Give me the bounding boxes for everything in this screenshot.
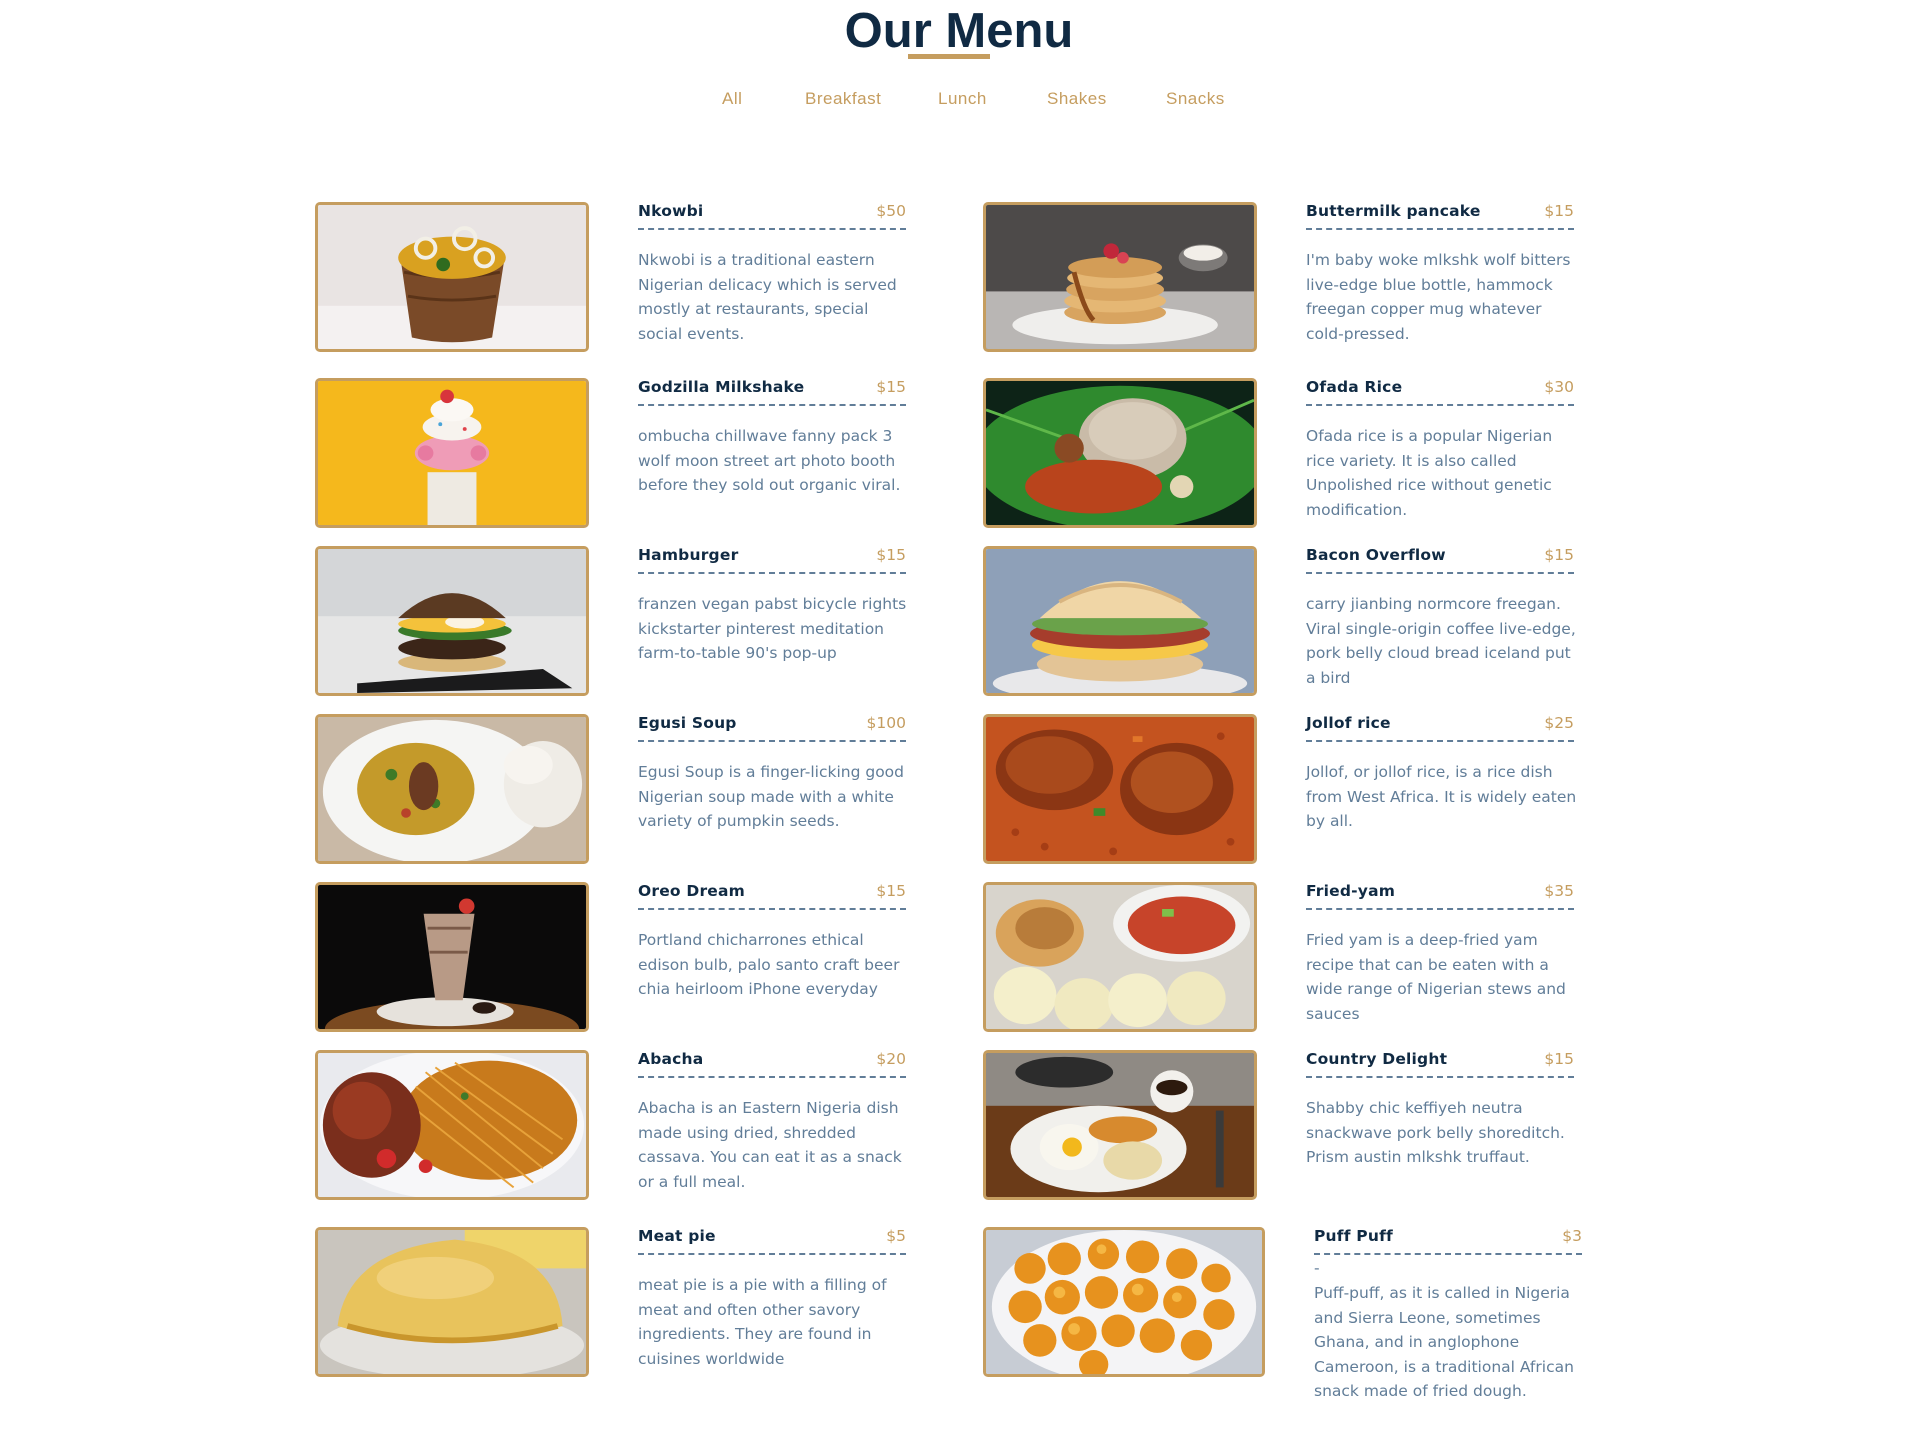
filter-all-button[interactable]: All <box>722 89 742 109</box>
item-price: $15 <box>1544 546 1574 564</box>
item-name: Godzilla Milkshake <box>638 378 805 396</box>
item-description: I'm baby woke mlkshk wolf bitters live-e… <box>1306 251 1571 343</box>
item-header: Bacon Overflow $15 <box>1306 546 1574 574</box>
item-description: ombucha chillwave fanny pack 3 wolf moon… <box>638 427 901 494</box>
item-header: Country Delight $15 <box>1306 1050 1574 1078</box>
item-header: Hamburger $15 <box>638 546 906 574</box>
food-photo <box>315 714 589 864</box>
filter-snacks-button[interactable]: Snacks <box>1166 89 1225 109</box>
food-photo <box>315 378 589 528</box>
item-price: $35 <box>1544 882 1574 900</box>
item-price: $5 <box>886 1227 906 1245</box>
item-description: Portland chicharrones ethical edison bul… <box>638 931 900 998</box>
food-photo <box>983 378 1257 528</box>
filter-shakes-button[interactable]: Shakes <box>1047 89 1107 109</box>
food-photo <box>983 202 1257 352</box>
food-photo <box>983 546 1257 696</box>
item-header: Buttermilk pancake $15 <box>1306 202 1574 230</box>
item-name: Abacha <box>638 1050 704 1068</box>
item-info: Country Delight $15 Shabby chic keffiyeh… <box>1306 1050 1578 1170</box>
food-photo <box>983 882 1257 1032</box>
item-price: $25 <box>1544 714 1574 732</box>
item-name: Jollof rice <box>1306 714 1391 732</box>
food-photo <box>315 1227 589 1377</box>
item-info: Meat pie $5 meat pie is a pie with a fil… <box>638 1227 910 1371</box>
item-header: Jollof rice $25 <box>1306 714 1574 742</box>
food-photo <box>315 1050 589 1200</box>
page-title: Our Menu <box>844 4 1074 58</box>
item-info: Godzilla Milkshake $15 ombucha chillwave… <box>638 378 910 498</box>
item-info: Jollof rice $25 Jollof, or jollof rice, … <box>1306 714 1578 834</box>
item-description: meat pie is a pie with a filling of meat… <box>638 1276 887 1368</box>
item-header: Puff Puff $3 <box>1314 1227 1582 1245</box>
item-name: Ofada Rice <box>1306 378 1403 396</box>
item-name: Egusi Soup <box>638 714 737 732</box>
item-price: $100 <box>866 714 906 732</box>
filter-lunch-button[interactable]: Lunch <box>938 89 987 109</box>
item-description: Egusi Soup is a finger-licking good Nige… <box>638 763 904 830</box>
item-description: Ofada rice is a popular Nigerian rice va… <box>1306 427 1553 519</box>
food-photo <box>983 714 1257 864</box>
item-info: Ofada Rice $30 Ofada rice is a popular N… <box>1306 378 1578 522</box>
item-description: Puff-puff, as it is called in Nigeria an… <box>1314 1284 1574 1400</box>
item-header: Fried-yam $35 <box>1306 882 1574 910</box>
item-name: Buttermilk pancake <box>1306 202 1481 220</box>
item-price: $15 <box>1544 202 1574 220</box>
filter-breakfast-button[interactable]: Breakfast <box>805 89 881 109</box>
food-photo <box>315 202 589 352</box>
item-price: $20 <box>876 1050 906 1068</box>
item-header: Meat pie $5 <box>638 1227 906 1255</box>
item-price: $50 <box>876 202 906 220</box>
dash-overflow: - <box>1314 1259 1320 1277</box>
item-price: $15 <box>876 882 906 900</box>
item-name: Oreo Dream <box>638 882 746 900</box>
item-name: Puff Puff <box>1314 1227 1393 1245</box>
item-price: $3 <box>1562 1227 1582 1245</box>
food-photo <box>983 1227 1265 1377</box>
item-info: Buttermilk pancake $15 I'm baby woke mlk… <box>1306 202 1578 346</box>
item-description: Fried yam is a deep-fried yam recipe tha… <box>1306 931 1566 1023</box>
item-name: Hamburger <box>638 546 739 564</box>
item-header: Oreo Dream $15 <box>638 882 906 910</box>
item-description: Jollof, or jollof rice, is a rice dish f… <box>1306 763 1577 830</box>
item-description: Shabby chic keffiyeh neutra snackwave po… <box>1306 1099 1565 1166</box>
item-name: Bacon Overflow <box>1306 546 1446 564</box>
item-info: Puff Puff $3 - Puff-puff, as it is calle… <box>1314 1227 1586 1404</box>
item-info: Egusi Soup $100 Egusi Soup is a finger-l… <box>638 714 910 834</box>
item-name: Nkowbi <box>638 202 704 220</box>
food-photo <box>983 1050 1257 1200</box>
filter-bar: All Breakfast Lunch Shakes Snacks <box>0 89 1918 113</box>
item-description: carry jianbing normcore freegan. Viral s… <box>1306 595 1576 687</box>
item-name: Meat pie <box>638 1227 716 1245</box>
item-info: Fried-yam $35 Fried yam is a deep-fried … <box>1306 882 1578 1026</box>
item-description: Abacha is an Eastern Nigeria dish made u… <box>638 1099 902 1191</box>
item-info: Abacha $20 Abacha is an Eastern Nigeria … <box>638 1050 910 1194</box>
item-price: $15 <box>1544 1050 1574 1068</box>
item-name: Country Delight <box>1306 1050 1448 1068</box>
dashed-divider <box>1314 1253 1582 1255</box>
item-info: Oreo Dream $15 Portland chicharrones eth… <box>638 882 910 1002</box>
item-header: Abacha $20 <box>638 1050 906 1078</box>
item-description: Nkwobi is a traditional eastern Nigerian… <box>638 251 897 343</box>
item-header: Godzilla Milkshake $15 <box>638 378 906 406</box>
item-price: $15 <box>876 378 906 396</box>
item-name: Fried-yam <box>1306 882 1396 900</box>
title-underline <box>908 54 990 59</box>
item-price: $30 <box>1544 378 1574 396</box>
food-photo <box>315 882 589 1032</box>
item-price: $15 <box>876 546 906 564</box>
item-header: Nkowbi $50 <box>638 202 906 230</box>
item-header: Ofada Rice $30 <box>1306 378 1574 406</box>
food-photo <box>315 546 589 696</box>
item-info: Bacon Overflow $15 carry jianbing normco… <box>1306 546 1578 690</box>
item-info: Nkowbi $50 Nkwobi is a traditional easte… <box>638 202 910 346</box>
item-description: franzen vegan pabst bicycle rights kicks… <box>638 595 907 662</box>
item-header: Egusi Soup $100 <box>638 714 906 742</box>
item-info: Hamburger $15 franzen vegan pabst bicycl… <box>638 546 910 666</box>
